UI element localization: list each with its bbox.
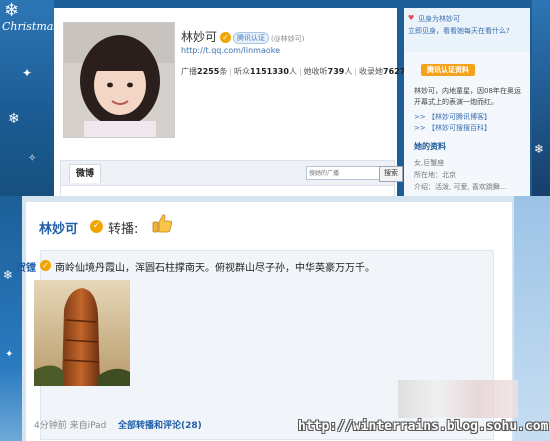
watermark-url: http://winterrains.blog.sohu.com: [298, 419, 549, 434]
snowflake-icon: ❄: [4, 0, 20, 21]
christmas-banner: ❄ Christmas ✦ ❄ ✧: [0, 0, 59, 196]
info-gender: 女,巨蟹座: [414, 159, 445, 167]
info-location: 所在地：北京: [414, 171, 456, 179]
quoted-text: 南岭仙境丹霞山，浑圆石柱撑南天。俯视群山尽子孙，中华英豪万万千。: [55, 263, 375, 274]
listen-link[interactable]: 立即见身，看看她每天在看什么?: [408, 26, 510, 36]
background-strip: ❄: [532, 0, 550, 196]
profile-tabbar: 微博 搜索: [60, 160, 403, 186]
all-reposts-link[interactable]: 全部转播和评论(28): [118, 418, 202, 431]
stat-listeners[interactable]: 听众1151330人: [234, 67, 297, 76]
encyclopedia-link[interactable]: >> 【林妙可搜搜百科】: [414, 123, 491, 133]
star-icon: ✦: [5, 349, 14, 360]
post-author[interactable]: 林妙可: [39, 218, 78, 237]
profile-stats: 广播2255条 | 听众1151330人 | 她收听739人 | 收录她7627: [181, 67, 406, 76]
snowflake-icon: ✦: [22, 66, 33, 80]
stat-collected[interactable]: 收录她7627: [359, 67, 405, 76]
verified-icon: ✓: [220, 32, 232, 43]
profile-card: 林妙可 ✓ 腾讯认证 (@林妙可) http://t.qq.com/linmaoke …: [54, 8, 405, 196]
search-button[interactable]: 搜索: [379, 166, 403, 182]
profile-screenshot: ❄ Christmas ✦ ❄ ✧ ❄ 林妙可 ✓ 腾讯认证 (@林妙可) http:…: [0, 0, 550, 196]
snowflake-icon: ❄: [3, 268, 14, 282]
blog-link[interactable]: >> 【林妙可腾讯博客】: [414, 112, 491, 122]
listen-box: ♥ 见身为林妙可 立即见身，看看她每天在看什么?: [404, 8, 530, 52]
profile-url[interactable]: http://t.qq.com/linmaoke: [181, 46, 280, 55]
background-strip: [514, 196, 550, 441]
profile-name-row: 林妙可 ✓ 腾讯认证 (@林妙可): [181, 28, 304, 45]
post-photo[interactable]: [34, 280, 130, 386]
avatar[interactable]: [63, 22, 175, 138]
certification-badge: 腾讯认证资料: [421, 64, 475, 76]
stat-broadcasts[interactable]: 广播2255条: [181, 67, 227, 76]
tab-weibo[interactable]: 微博: [69, 164, 102, 183]
blurred-region: [398, 380, 518, 418]
quoted-author[interactable]: 贺镗: [16, 259, 36, 274]
profile-handle: (@林妙可): [271, 35, 305, 43]
verified-icon: ✓: [40, 260, 51, 271]
broadcast-search-input[interactable]: [306, 166, 380, 180]
christmas-label: Christmas: [2, 20, 59, 33]
profile-name: 林妙可: [181, 30, 218, 44]
post-time-source: 4分钟前 来自iPad: [34, 421, 107, 431]
certification-pill[interactable]: 腾讯认证: [233, 32, 270, 44]
profile-sidebar: ♥ 见身为林妙可 立即见身，看看她每天在看什么? 腾讯认证资料 林妙可，内地童星…: [404, 8, 530, 196]
stat-following[interactable]: 她收听739人: [304, 67, 353, 76]
listen-title: 见身为林妙可: [418, 15, 460, 23]
info-intro: 介绍：活泼, 可爱, 喜欢跳舞...: [414, 183, 507, 191]
heart-icon: ♥: [408, 14, 415, 22]
feed-area: [60, 186, 395, 196]
repost-label: 转播:: [108, 222, 139, 237]
star-icon: ✧: [28, 153, 37, 164]
background-strip: ❄ ✦: [0, 196, 22, 441]
snowflake-icon: ❄: [8, 111, 20, 127]
certification-description: 林妙可，内地童星，因08年在奥运开幕式上的表演一炮而红。: [414, 87, 521, 106]
profile-info-heading: 她的资料: [414, 142, 446, 151]
verified-icon: ✓: [90, 220, 103, 233]
thumbs-up-icon: [152, 214, 172, 233]
snowflake-icon: ❄: [534, 142, 545, 156]
